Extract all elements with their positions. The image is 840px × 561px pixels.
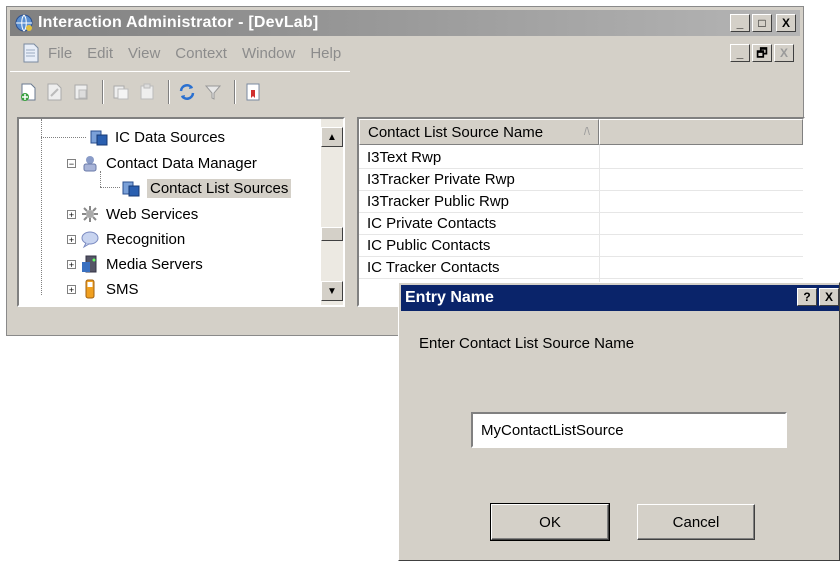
tree-item-label: SMS bbox=[106, 280, 139, 298]
window-title: Interaction Administrator - [DevLab] bbox=[38, 14, 319, 31]
tree-item-contact-list-sources[interactable]: Contact List Sources bbox=[121, 176, 292, 200]
filter-icon[interactable] bbox=[202, 81, 224, 103]
list-item[interactable]: IC Public Contacts bbox=[359, 235, 803, 257]
dialog-title: Entry Name bbox=[405, 289, 494, 306]
mdi-minimize-button[interactable]: _ bbox=[730, 44, 750, 62]
tree-item-recognition[interactable]: + Recognition bbox=[67, 227, 185, 251]
menu-edit[interactable]: Edit bbox=[87, 45, 113, 62]
dialog-title-bar[interactable]: Entry Name ? X bbox=[401, 285, 839, 311]
navigation-tree[interactable]: IC Data Sources − Contact Data Manager C… bbox=[17, 117, 345, 307]
app-globe-icon bbox=[15, 14, 33, 32]
expand-toggle[interactable]: + bbox=[67, 209, 76, 219]
menu-bar: File Edit View Context Window Help _ 🗗 X bbox=[10, 40, 800, 66]
list-item[interactable]: IC Private Contacts bbox=[359, 213, 803, 235]
edit-icon[interactable] bbox=[44, 81, 66, 103]
scroll-thumb[interactable] bbox=[321, 227, 343, 241]
scroll-up-button[interactable]: ▲ bbox=[321, 127, 343, 147]
recognition-icon bbox=[81, 231, 99, 249]
tree-item-label: Contact Data Manager bbox=[106, 154, 257, 172]
tree-item-media-servers[interactable]: + Media Servers bbox=[67, 252, 203, 276]
copy-icon[interactable] bbox=[110, 81, 132, 103]
sort-ascending-icon: /\ bbox=[583, 126, 590, 138]
media-servers-icon bbox=[82, 255, 97, 273]
expand-toggle[interactable]: + bbox=[67, 259, 76, 269]
expand-toggle[interactable]: + bbox=[67, 234, 76, 244]
mdi-restore-button[interactable]: 🗗 bbox=[752, 44, 772, 62]
tree-item-label: Media Servers bbox=[106, 255, 203, 273]
collapse-toggle[interactable]: − bbox=[67, 158, 76, 168]
tree-item-contact-data-manager[interactable]: − Contact Data Manager bbox=[67, 151, 257, 175]
expand-toggle[interactable]: + bbox=[67, 284, 76, 294]
list-item[interactable]: IC Tracker Contacts bbox=[359, 257, 803, 279]
menu-view[interactable]: View bbox=[128, 45, 160, 62]
contact-list-sources-icon bbox=[122, 181, 140, 197]
minimize-button[interactable]: _ bbox=[730, 14, 750, 32]
ok-button[interactable]: OK bbox=[490, 503, 610, 541]
scroll-down-button[interactable]: ▼ bbox=[321, 281, 343, 301]
tree-item-sms[interactable]: + SMS bbox=[67, 277, 139, 301]
bookmark-icon[interactable] bbox=[242, 81, 264, 103]
list-item[interactable]: I3Tracker Public Rwp bbox=[359, 191, 803, 213]
mdi-close-button[interactable]: X bbox=[774, 44, 794, 62]
menu-help[interactable]: Help bbox=[310, 45, 341, 62]
sms-icon bbox=[85, 279, 95, 299]
cancel-button[interactable]: Cancel bbox=[637, 504, 755, 540]
contact-data-manager-icon bbox=[83, 156, 97, 172]
menu-file[interactable]: File bbox=[48, 45, 72, 62]
menu-window[interactable]: Window bbox=[242, 45, 295, 62]
column-header-empty[interactable] bbox=[599, 119, 803, 145]
cut-icon[interactable] bbox=[70, 81, 92, 103]
tree-item-label: Contact List Sources bbox=[147, 178, 292, 198]
document-icon bbox=[23, 43, 39, 63]
tree-item-label: Web Services bbox=[106, 205, 199, 223]
data-sources-icon bbox=[90, 130, 108, 146]
menu-context[interactable]: Context bbox=[175, 45, 227, 62]
web-services-icon bbox=[82, 206, 98, 222]
dialog-close-button[interactable]: X bbox=[819, 288, 839, 306]
tree-item-ic-data-sources[interactable]: IC Data Sources bbox=[89, 125, 225, 149]
column-header-label: Contact List Source Name bbox=[368, 123, 544, 141]
tree-item-web-services[interactable]: + Web Services bbox=[67, 202, 198, 226]
help-button[interactable]: ? bbox=[797, 288, 817, 306]
title-bar[interactable]: Interaction Administrator - [DevLab] _ □… bbox=[10, 10, 800, 36]
tree-item-label: Recognition bbox=[106, 230, 186, 248]
refresh-icon[interactable] bbox=[176, 81, 198, 103]
list-item[interactable]: I3Tracker Private Rwp bbox=[359, 169, 803, 191]
dialog-prompt: Enter Contact List Source Name bbox=[419, 335, 635, 352]
paste-icon[interactable] bbox=[136, 81, 158, 103]
toolbar bbox=[10, 71, 350, 111]
tree-item-label: IC Data Sources bbox=[115, 128, 226, 146]
close-button[interactable]: X bbox=[776, 14, 796, 32]
column-header-name[interactable]: Contact List Source Name /\ bbox=[359, 119, 599, 145]
contact-list-sources-list[interactable]: Contact List Source Name /\ I3Text Rwp I… bbox=[357, 117, 805, 307]
contact-list-source-name-input[interactable] bbox=[471, 412, 787, 448]
list-item[interactable]: I3Text Rwp bbox=[359, 147, 803, 169]
entry-name-dialog: Entry Name ? X Enter Contact List Source… bbox=[398, 282, 840, 561]
new-icon[interactable] bbox=[18, 81, 40, 103]
maximize-button[interactable]: □ bbox=[752, 14, 772, 32]
tree-scrollbar[interactable]: ▲ ▼ bbox=[321, 119, 343, 305]
